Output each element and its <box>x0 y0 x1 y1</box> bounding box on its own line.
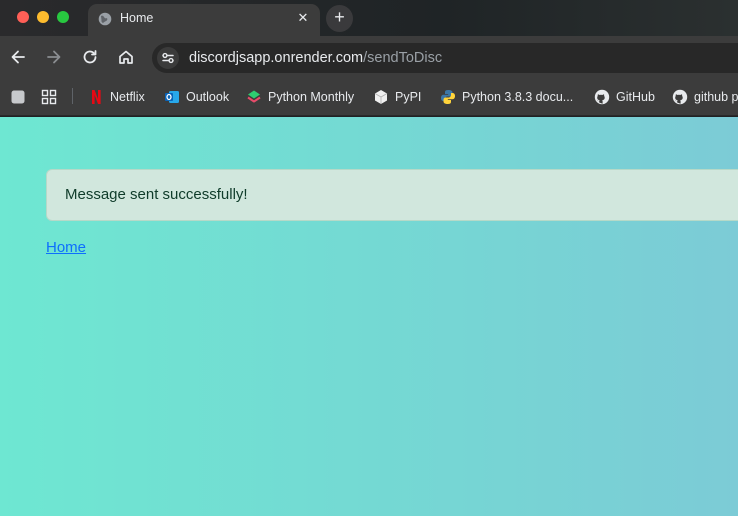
python-icon <box>441 90 455 104</box>
browser-toolbar: discordjsapp.onrender.com/sendToDisc <box>0 36 738 78</box>
github-icon <box>672 89 688 105</box>
bookmark-github[interactable]: GitHub <box>594 86 655 108</box>
bookmark-label: Python 3.8.3 docu... <box>462 90 574 104</box>
alert-message: Message sent successfully! <box>65 186 248 203</box>
window-maximize-button[interactable] <box>57 11 69 23</box>
new-tab-button[interactable]: + <box>326 5 353 32</box>
bookmark-label: Netflix <box>110 90 145 104</box>
bookmark-label: github p <box>694 90 738 104</box>
reload-icon[interactable] <box>80 47 100 67</box>
bookmarks-separator <box>72 88 73 104</box>
bookmark-outlook[interactable]: Outlook <box>164 86 229 108</box>
bookmark-python-docs[interactable]: Python 3.8.3 docu... <box>440 86 573 108</box>
tab-strip: Home ✕ + <box>0 0 738 36</box>
close-tab-icon[interactable]: ✕ <box>296 11 310 25</box>
bookmarks-bar: Netflix Outlook Python Monthly PyPI Pyth… <box>0 78 738 116</box>
address-bar[interactable]: discordjsapp.onrender.com/sendToDisc <box>152 43 738 73</box>
tab-title: Home <box>120 11 154 25</box>
netflix-icon <box>92 90 101 104</box>
sidebar-toggle-icon[interactable] <box>10 86 26 108</box>
success-alert: Message sent successfully! <box>46 169 738 221</box>
tab-home[interactable]: Home ✕ <box>88 4 320 36</box>
site-info-icon[interactable] <box>157 47 179 69</box>
github-icon <box>594 89 610 105</box>
window-minimize-button[interactable] <box>37 11 49 23</box>
back-arrow-icon[interactable] <box>8 47 28 67</box>
bookmark-netflix[interactable]: Netflix <box>88 86 145 108</box>
page-content: Message sent successfully! Home <box>0 117 738 516</box>
bookmark-github-p[interactable]: github p <box>672 86 738 108</box>
home-icon[interactable] <box>116 47 136 67</box>
forward-arrow-icon[interactable] <box>44 47 64 67</box>
globe-icon <box>98 12 112 26</box>
bookmark-label: Outlook <box>186 90 230 104</box>
home-link[interactable]: Home <box>46 239 86 257</box>
bookmark-label: Python Monthly <box>268 90 355 104</box>
bookmark-python-monthly[interactable]: Python Monthly <box>246 86 354 108</box>
apps-grid-icon[interactable] <box>41 86 57 108</box>
url-text: discordjsapp.onrender.com/sendToDisc <box>189 49 442 67</box>
url-path: /sendToDisc <box>363 50 443 66</box>
url-host: discordjsapp.onrender.com <box>189 50 364 66</box>
bookmark-label: GitHub <box>616 90 655 104</box>
window-close-button[interactable] <box>17 11 29 23</box>
outlook-icon <box>165 91 179 103</box>
python-monthly-icon <box>247 90 261 103</box>
bookmark-pypi[interactable]: PyPI <box>373 86 421 108</box>
bookmark-label: PyPI <box>395 90 422 104</box>
pypi-icon <box>374 90 388 104</box>
